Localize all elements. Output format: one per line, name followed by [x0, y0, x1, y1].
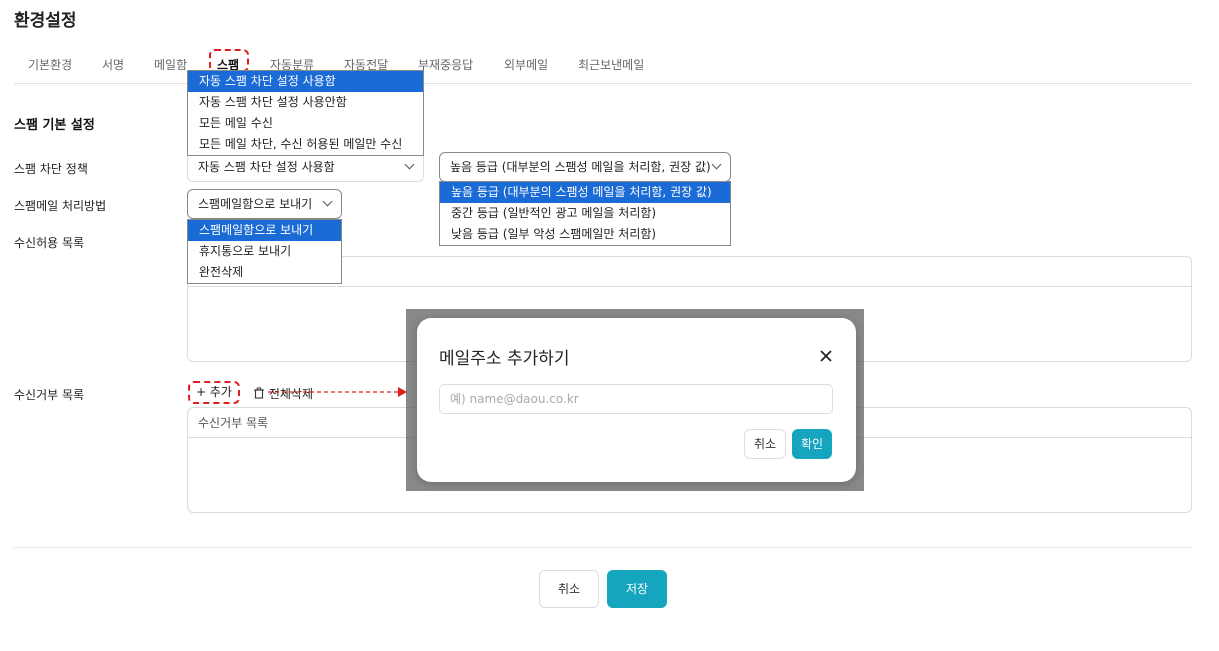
level-select-value: 높음 등급 (대부분의 스팸성 메일을 처리함, 권장 값)	[450, 160, 711, 174]
modal-title: 메일주소 추가하기	[439, 349, 570, 369]
email-input[interactable]	[439, 384, 833, 414]
divider	[14, 547, 1192, 548]
close-icon[interactable]	[818, 348, 834, 364]
allow-list-label: 수신허용 목록	[14, 236, 85, 250]
chevron-down-icon	[404, 159, 415, 170]
annotation-arrow	[268, 387, 407, 397]
policy-option[interactable]: 자동 스팸 차단 설정 사용함	[188, 71, 423, 92]
tab-mailbox[interactable]: 메일함	[154, 56, 187, 73]
policy-dropdown: 자동 스팸 차단 설정 사용함 자동 스팸 차단 설정 사용안함 모든 메일 수…	[187, 70, 424, 156]
tab-signature[interactable]: 서명	[102, 56, 124, 73]
method-select[interactable]: 스팸메일함으로 보내기	[187, 189, 342, 219]
section-title: 스팸 기본 설정	[14, 118, 95, 133]
trash-icon	[254, 387, 264, 399]
save-button[interactable]: 저장	[607, 570, 667, 608]
tab-away-reply[interactable]: 부재중응답	[418, 56, 473, 73]
add-address-modal: 메일주소 추가하기 취소 확인	[417, 318, 856, 482]
modal-cancel-button[interactable]: 취소	[744, 429, 786, 459]
tab-recent-sent[interactable]: 최근보낸메일	[578, 56, 644, 73]
modal-confirm-button[interactable]: 확인	[792, 429, 832, 459]
method-option[interactable]: 휴지통으로 보내기	[188, 241, 341, 262]
block-list-label: 수신거부 목록	[14, 388, 85, 402]
chevron-down-icon	[711, 159, 722, 170]
policy-select-value: 자동 스팸 차단 설정 사용함	[198, 160, 335, 174]
policy-option[interactable]: 모든 메일 차단, 수신 허용된 메일만 수신	[188, 134, 423, 155]
method-option[interactable]: 완전삭제	[188, 262, 341, 283]
tab-basic[interactable]: 기본환경	[28, 56, 72, 73]
policy-option[interactable]: 자동 스팸 차단 설정 사용안함	[188, 92, 423, 113]
page-title: 환경설정	[14, 11, 77, 31]
method-label: 스팸메일 처리방법	[14, 199, 107, 213]
level-option[interactable]: 중간 등급 (일반적인 광고 메일을 처리함)	[440, 203, 730, 224]
policy-option[interactable]: 모든 메일 수신	[188, 113, 423, 134]
level-option[interactable]: 낮음 등급 (일부 악성 스팸메일만 처리함)	[440, 224, 730, 245]
policy-select[interactable]: 자동 스팸 차단 설정 사용함	[187, 153, 424, 182]
method-select-value: 스팸메일함으로 보내기	[198, 197, 313, 211]
tab-external-mail[interactable]: 외부메일	[504, 56, 548, 73]
chevron-down-icon	[322, 196, 333, 207]
level-select[interactable]: 높음 등급 (대부분의 스팸성 메일을 처리함, 권장 값)	[439, 152, 731, 182]
method-dropdown: 스팸메일함으로 보내기 휴지통으로 보내기 완전삭제	[187, 219, 342, 284]
add-button[interactable]: + 추가	[188, 381, 240, 404]
method-option[interactable]: 스팸메일함으로 보내기	[188, 220, 341, 241]
policy-label: 스팸 차단 정책	[14, 162, 88, 176]
cancel-button[interactable]: 취소	[539, 570, 599, 608]
level-option[interactable]: 높음 등급 (대부분의 스팸성 메일을 처리함, 권장 값)	[440, 182, 730, 203]
level-dropdown: 높음 등급 (대부분의 스팸성 메일을 처리함, 권장 값) 중간 등급 (일반…	[439, 181, 731, 246]
